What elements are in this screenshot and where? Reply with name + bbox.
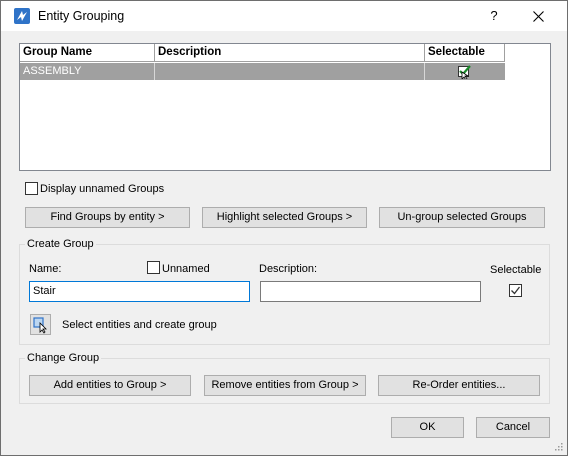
reorder-entities-button[interactable]: Re-Order entities... — [378, 375, 540, 396]
entity-grouping-dialog: Entity Grouping ? Group Name Description… — [0, 0, 568, 456]
groups-grid[interactable]: Group Name Description Selectable ASSEMB… — [19, 43, 551, 171]
resize-grip-icon[interactable] — [553, 441, 563, 451]
selectable-checkbox[interactable] — [509, 284, 522, 297]
remove-entities-button[interactable]: Remove entities from Group > — [204, 375, 366, 396]
table-row[interactable]: ASSEMBLY — [20, 63, 505, 80]
group-name-input[interactable]: Stair — [29, 281, 250, 302]
cell-selectable[interactable] — [425, 63, 505, 80]
column-group-name[interactable]: Group Name — [20, 44, 155, 62]
window-title: Entity Grouping — [38, 9, 125, 23]
cell-group-name: ASSEMBLY — [20, 63, 155, 80]
title-bar: Entity Grouping ? — [1, 1, 567, 31]
grid-header: Group Name Description Selectable — [20, 44, 505, 62]
group-description-input[interactable] — [260, 281, 481, 302]
change-group-title: Change Group — [25, 352, 102, 364]
create-group-title: Create Group — [25, 238, 96, 250]
description-label: Description: — [259, 263, 318, 275]
column-selectable[interactable]: Selectable — [425, 44, 505, 62]
cell-description — [155, 63, 425, 80]
unnamed-checkbox[interactable] — [147, 261, 160, 274]
checkmark-icon — [458, 65, 471, 79]
close-icon — [532, 11, 544, 22]
ok-button[interactable]: OK — [391, 417, 464, 438]
app-logo-icon — [14, 8, 30, 24]
find-groups-button[interactable]: Find Groups by entity > — [25, 207, 190, 228]
pick-entities-icon — [33, 317, 47, 334]
display-unnamed-label: Display unnamed Groups — [40, 183, 165, 195]
column-description[interactable]: Description — [155, 44, 425, 62]
name-label: Name: — [29, 263, 62, 275]
selectable-label: Selectable — [490, 264, 542, 276]
checkmark-icon — [511, 286, 521, 295]
unnamed-label: Unnamed — [162, 263, 210, 275]
add-entities-button[interactable]: Add entities to Group > — [29, 375, 191, 396]
display-unnamed-checkbox[interactable] — [25, 182, 38, 195]
ungroup-button[interactable]: Un-group selected Groups — [379, 207, 545, 228]
select-create-label: Select entities and create group — [62, 319, 217, 331]
close-button[interactable] — [525, 3, 551, 29]
select-entities-button[interactable] — [30, 314, 51, 335]
help-button[interactable]: ? — [483, 3, 505, 29]
cancel-button[interactable]: Cancel — [476, 417, 550, 438]
highlight-groups-button[interactable]: Highlight selected Groups > — [202, 207, 367, 228]
